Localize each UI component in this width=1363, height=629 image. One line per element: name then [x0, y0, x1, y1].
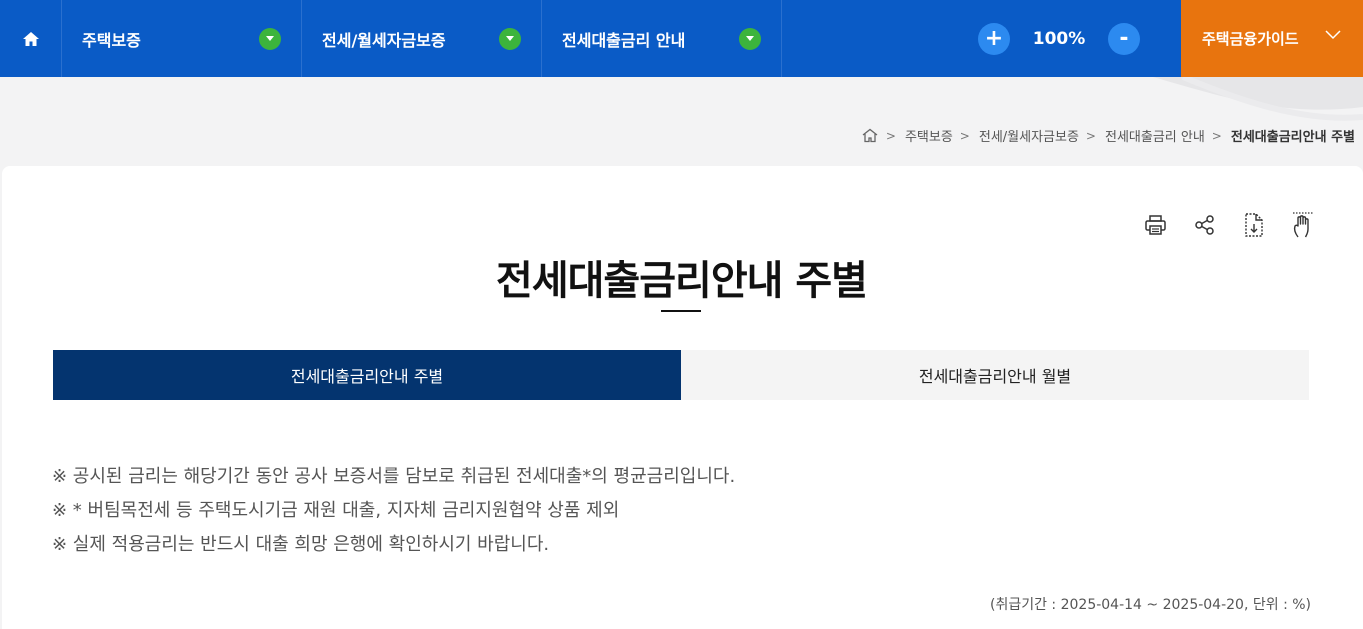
page-tools: [1143, 211, 1315, 237]
breadcrumb-separator: >: [959, 128, 970, 143]
tab-group: 전세대출금리안내 주별 전세대출금리안내 월별: [53, 350, 1309, 400]
hand-pointer-icon: [1292, 211, 1313, 237]
period-unit-text: (취급기간 : 2025-04-14 ~ 2025-04-20, 단위 : %): [990, 597, 1311, 613]
tab-weekly[interactable]: 전세대출금리안내 주별: [53, 350, 681, 400]
decorative-swoosh: [1153, 77, 1363, 121]
notice-item: ※ * 버팀목전세 등 주택도시기금 재원 대출, 지자체 금리지원협약 상품 …: [52, 500, 620, 521]
title-underline: [661, 310, 701, 312]
document-download-icon: [1244, 212, 1263, 237]
zoom-level: 100%: [1032, 28, 1086, 49]
tab-monthly[interactable]: 전세대출금리안내 월별: [681, 350, 1309, 400]
touch-button[interactable]: [1290, 211, 1315, 237]
notice-item: ※ 실제 적용금리는 반드시 대출 희망 은행에 확인하시기 바랍니다.: [52, 534, 550, 555]
nav-item-rent-guarantee[interactable]: 전세/월세자금보증: [302, 0, 542, 77]
share-icon: [1194, 214, 1214, 235]
top-navigation: 주택보증 전세/월세자금보증 전세대출금리 안내: [0, 0, 1363, 77]
notice-item: ※ 공시된 금리는 해당기간 동안 공사 보증서를 담보로 취급된 전세대출*의…: [52, 466, 736, 487]
breadcrumb-item[interactable]: 전세대출금리 안내: [1105, 126, 1205, 145]
home-button[interactable]: [0, 0, 62, 77]
print-icon: [1145, 214, 1166, 235]
nav-item-housing-guarantee[interactable]: 주택보증: [62, 0, 302, 77]
zoom-out-button[interactable]: -: [1108, 22, 1140, 55]
nav-item-label: 주택보증: [82, 30, 141, 50]
guide-label: 주택금융가이드: [1202, 30, 1299, 48]
nav-item-label: 전세대출금리 안내: [562, 30, 686, 50]
share-button[interactable]: [1192, 212, 1217, 237]
nav-item-label: 전세/월세자금보증: [322, 30, 446, 50]
breadcrumb-item[interactable]: 전세/월세자금보증: [979, 126, 1079, 145]
chevron-down-icon: [1325, 30, 1341, 40]
nav-item-rate-info[interactable]: 전세대출금리 안내: [542, 0, 782, 77]
notice-list: ※ 공시된 금리는 해당기간 동안 공사 보증서를 담보로 취급된 전세대출*의…: [52, 460, 735, 562]
zoom-in-button[interactable]: +: [978, 22, 1010, 55]
chevron-down-icon: [739, 27, 761, 50]
print-button[interactable]: [1143, 212, 1168, 237]
chevron-down-icon: [259, 27, 281, 50]
page-title: 전세대출금리안내 주별: [496, 258, 868, 304]
breadcrumb-separator: >: [1211, 128, 1222, 143]
download-button[interactable]: [1241, 212, 1266, 237]
home-icon: [22, 31, 39, 46]
breadcrumb: > 주택보증 > 전세/월세자금보증 > 전세대출금리 안내 > 전세대출금리안…: [861, 126, 1355, 145]
zoom-control: + 100% -: [978, 0, 1140, 77]
breadcrumb-separator: >: [885, 128, 896, 143]
chevron-down-icon: [499, 27, 521, 50]
home-icon[interactable]: [861, 128, 879, 143]
breadcrumb-current: 전세대출금리안내 주별: [1230, 130, 1355, 145]
housing-finance-guide-button[interactable]: 주택금융가이드: [1181, 0, 1363, 77]
breadcrumb-separator: >: [1085, 128, 1096, 143]
breadcrumb-item[interactable]: 주택보증: [905, 126, 953, 145]
